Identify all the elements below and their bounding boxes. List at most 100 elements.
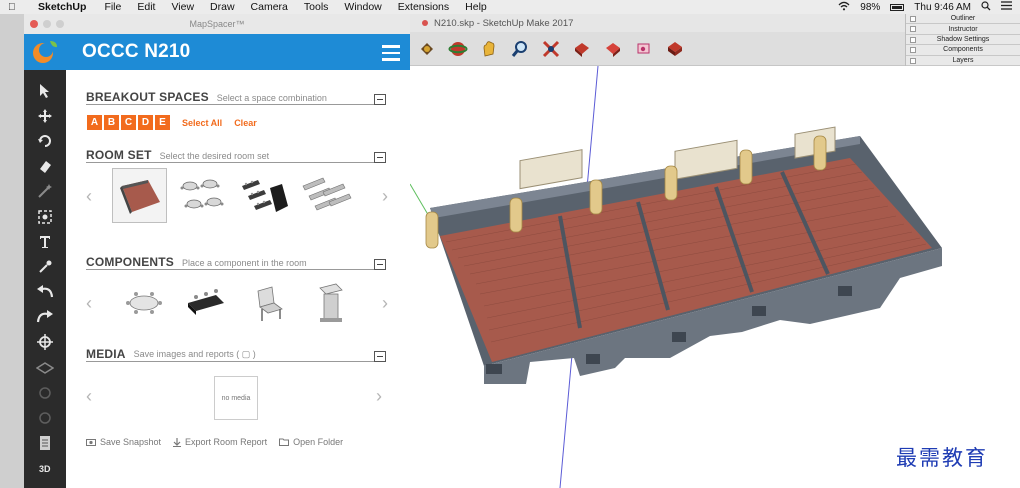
select-all-link[interactable]: Select All: [182, 118, 222, 128]
menu-extensions[interactable]: Extensions: [398, 1, 449, 13]
tray-toggle-icon[interactable]: [910, 36, 916, 43]
document-icon[interactable]: [30, 431, 60, 456]
menu-camera[interactable]: Camera: [251, 1, 288, 13]
open-folder-button[interactable]: Open Folder: [279, 437, 343, 447]
room-set-banquet-thumb[interactable]: [174, 168, 229, 223]
battery-icon[interactable]: [890, 3, 905, 11]
text-tool-icon[interactable]: [30, 229, 60, 254]
section-plane-icon[interactable]: [662, 36, 688, 62]
notification-list-icon[interactable]: [1001, 1, 1012, 13]
space-c-button[interactable]: C: [121, 115, 136, 130]
room-set-collapse-button[interactable]: [374, 152, 386, 163]
components-carousel: ‹ ›: [86, 275, 388, 337]
orbit-tool-icon[interactable]: [30, 405, 60, 430]
model-viewport[interactable]: [410, 66, 1020, 488]
menu-view[interactable]: View: [171, 1, 194, 13]
sketchup-titlebar: N210.skp - SketchUp Make 2017: [410, 14, 910, 32]
spotlight-icon[interactable]: [981, 0, 991, 14]
zoom-window-icon[interactable]: [30, 204, 60, 229]
room-set-prev-arrow[interactable]: ‹: [86, 186, 92, 207]
walk-tool-icon[interactable]: [30, 355, 60, 380]
media-next-arrow[interactable]: ›: [376, 386, 382, 407]
move-tool-icon[interactable]: [30, 103, 60, 128]
tray-toggle-icon[interactable]: [910, 47, 916, 54]
open-folder-label: Open Folder: [293, 437, 344, 447]
space-d-button[interactable]: D: [138, 115, 153, 130]
tray-outliner-label: Outliner: [950, 15, 976, 23]
magic-wand-icon[interactable]: [30, 179, 60, 204]
watermark: 最需教育: [896, 446, 988, 470]
orbit-icon[interactable]: [445, 36, 471, 62]
room-model[interactable]: [410, 66, 1020, 488]
rotate-tool-icon[interactable]: [30, 128, 60, 153]
media-prev-arrow[interactable]: ‹: [86, 386, 92, 407]
tray-shadow-settings[interactable]: Shadow Settings: [906, 35, 1020, 46]
component-chair-thumb[interactable]: [240, 275, 295, 330]
battery-percent[interactable]: 98%: [860, 2, 880, 13]
position-camera-icon[interactable]: [30, 330, 60, 355]
export-room-report-button[interactable]: Export Room Report: [173, 437, 267, 447]
media-actions: Save Snapshot Export Room Report Open Fo…: [86, 437, 343, 447]
zoom-icon[interactable]: [507, 36, 533, 62]
tray-instructor[interactable]: Instructor: [906, 24, 1020, 35]
next-view-icon[interactable]: [600, 36, 626, 62]
room-set-theater-thumb[interactable]: [298, 168, 353, 223]
tray-toggle-icon[interactable]: [910, 16, 916, 22]
components-prev-arrow[interactable]: ‹: [86, 293, 92, 314]
tray-components[interactable]: Components: [906, 45, 1020, 56]
menu-file[interactable]: File: [104, 1, 121, 13]
component-round-table-thumb[interactable]: [116, 275, 171, 330]
standard-views-icon[interactable]: [631, 36, 657, 62]
menu-window[interactable]: Window: [344, 1, 381, 13]
undo-icon[interactable]: [30, 280, 60, 305]
component-podium-thumb[interactable]: [302, 275, 357, 330]
select-tool-icon[interactable]: [30, 78, 60, 103]
space-e-button[interactable]: E: [155, 115, 170, 130]
components-hint: Place a component in the room: [182, 258, 307, 268]
wifi-icon[interactable]: [838, 1, 850, 14]
minimize-window-button[interactable]: [43, 20, 51, 28]
media-collapse-button[interactable]: [374, 351, 386, 362]
zoom-window-button[interactable]: [56, 20, 64, 28]
room-set-section-header: ROOM SET Select the desired room set: [86, 147, 384, 163]
mapspacer-logo: [24, 34, 66, 70]
menu-draw[interactable]: Draw: [210, 1, 235, 13]
breakout-collapse-button[interactable]: [374, 94, 386, 105]
eyedropper-icon[interactable]: [30, 254, 60, 279]
menu-app[interactable]: SketchUp: [38, 1, 86, 13]
room-set-empty-thumb[interactable]: [112, 168, 167, 223]
download-icon: [173, 437, 182, 447]
pan-icon[interactable]: [476, 36, 502, 62]
apple-icon[interactable]: : [8, 2, 22, 13]
space-a-button[interactable]: A: [87, 115, 102, 130]
tray-toggle-icon[interactable]: [910, 26, 916, 33]
clear-link[interactable]: Clear: [234, 118, 257, 128]
components-title: COMPONENTS: [86, 255, 175, 269]
menu-edit[interactable]: Edit: [137, 1, 155, 13]
components-next-arrow[interactable]: ›: [382, 293, 388, 314]
save-snapshot-button[interactable]: Save Snapshot: [86, 437, 161, 447]
components-section-header: COMPONENTS Place a component in the room: [86, 254, 384, 270]
3d-view-icon[interactable]: 3D: [30, 456, 60, 481]
menu-tools[interactable]: Tools: [304, 1, 329, 13]
components-collapse-button[interactable]: [374, 259, 386, 270]
redo-icon[interactable]: [30, 305, 60, 330]
previous-view-icon[interactable]: [569, 36, 595, 62]
room-set-next-arrow[interactable]: ›: [382, 186, 388, 207]
component-desk-thumb[interactable]: [178, 275, 233, 330]
tool-palette: 3D: [24, 70, 66, 488]
eraser-tool-icon[interactable]: [30, 154, 60, 179]
menu-bar:  SketchUp File Edit View Draw Camera To…: [0, 0, 1020, 14]
tray-layers[interactable]: Layers: [906, 56, 1020, 66]
zoom-extents-icon[interactable]: [538, 36, 564, 62]
menu-help[interactable]: Help: [465, 1, 487, 13]
space-b-button[interactable]: B: [104, 115, 119, 130]
tray-outliner[interactable]: Outliner: [906, 14, 1020, 25]
look-around-icon[interactable]: [30, 380, 60, 405]
close-window-button[interactable]: [30, 20, 38, 28]
hamburger-menu-icon[interactable]: [382, 45, 400, 65]
paint-bucket-icon[interactable]: [414, 36, 440, 62]
tray-toggle-icon[interactable]: [910, 57, 916, 64]
room-set-classroom-thumb[interactable]: [236, 168, 291, 223]
clock[interactable]: Thu 9:46 AM: [914, 2, 971, 13]
